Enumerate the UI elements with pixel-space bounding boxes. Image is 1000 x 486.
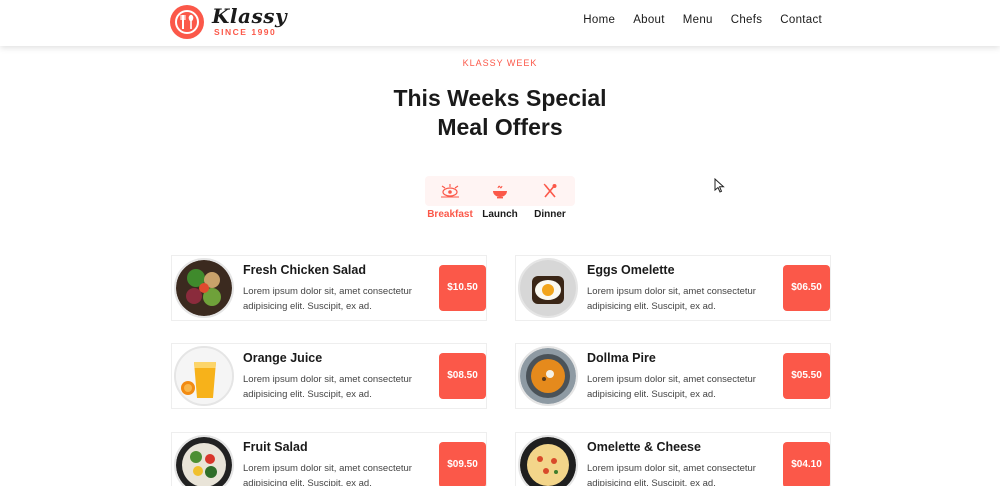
menu-card[interactable]: Omelette & Cheese Lorem ipsum dolor sit,… (515, 432, 831, 486)
price-badge: $04.10 (783, 442, 830, 486)
mouse-cursor-icon (714, 178, 725, 193)
tab-launch[interactable]: Launch (475, 176, 525, 220)
menu-card[interactable]: Fresh Chicken Salad Lorem ipsum dolor si… (171, 255, 487, 321)
section-title-line2: Meal Offers (437, 114, 563, 140)
logo-name: Klassy (212, 4, 288, 28)
lunch-bowl-icon (493, 185, 507, 199)
price-badge: $10.50 (439, 265, 486, 311)
menu-item-desc: Lorem ipsum dolor sit, amet consectetur … (243, 374, 412, 400)
food-image-chicken-salad (174, 258, 234, 318)
menu-item-desc: Lorem ipsum dolor sit, amet consectetur … (587, 463, 756, 486)
logo-badge-icon (170, 5, 204, 39)
nav-home[interactable]: Home (583, 14, 615, 26)
site-header: Klassy SINCE 1990 Home About Menu Chefs … (0, 0, 1000, 46)
meal-tabs: Breakfast Launch Dinner (425, 176, 575, 220)
menu-item-name: Orange Juice (243, 351, 323, 365)
food-image-eggs-omelette (518, 258, 578, 318)
nav-chefs[interactable]: Chefs (731, 14, 763, 26)
dinner-cutlery-icon (543, 183, 557, 198)
price-badge: $08.50 (439, 353, 486, 399)
main-nav: Home About Menu Chefs Contact (565, 14, 822, 26)
menu-item-desc: Lorem ipsum dolor sit, amet consectetur … (243, 463, 412, 486)
logo[interactable]: Klassy SINCE 1990 (170, 4, 287, 40)
menu-card[interactable]: Eggs Omelette Lorem ipsum dolor sit, ame… (515, 255, 831, 321)
price-badge: $05.50 (783, 353, 830, 399)
menu-item-desc: Lorem ipsum dolor sit, amet consectetur … (587, 374, 756, 400)
tab-breakfast[interactable]: Breakfast (425, 176, 475, 220)
nav-about[interactable]: About (633, 14, 665, 26)
food-image-dollma-pire (518, 346, 578, 406)
menu-item-desc: Lorem ipsum dolor sit, amet consectetur … (587, 286, 756, 312)
food-image-omelette-cheese (518, 435, 578, 486)
menu-item-name: Dollma Pire (587, 351, 656, 365)
section-title-line1: This Weeks Special (393, 85, 607, 111)
menu-item-name: Fruit Salad (243, 440, 308, 454)
nav-menu[interactable]: Menu (683, 14, 713, 26)
food-image-orange-juice (174, 346, 234, 406)
menu-item-name: Eggs Omelette (587, 263, 675, 277)
tab-dinner[interactable]: Dinner (525, 176, 575, 220)
tab-dinner-label: Dinner (534, 209, 566, 220)
breakfast-icon (441, 184, 459, 198)
food-image-fruit-salad (174, 435, 234, 486)
price-badge: $06.50 (783, 265, 830, 311)
price-badge: $09.50 (439, 442, 486, 486)
logo-tagline: SINCE 1990 (214, 27, 277, 37)
menu-card[interactable]: Dollma Pire Lorem ipsum dolor sit, amet … (515, 343, 831, 409)
nav-contact[interactable]: Contact (780, 14, 822, 26)
menu-card[interactable]: Orange Juice Lorem ipsum dolor sit, amet… (171, 343, 487, 409)
menu-item-name: Omelette & Cheese (587, 440, 701, 454)
menu-item-desc: Lorem ipsum dolor sit, amet consectetur … (243, 286, 412, 312)
section-eyebrow: KLASSY WEEK (462, 58, 538, 68)
menu-card[interactable]: Fruit Salad Lorem ipsum dolor sit, amet … (171, 432, 487, 486)
menu-item-name: Fresh Chicken Salad (243, 263, 366, 277)
section-title: This Weeks Special Meal Offers (0, 84, 1000, 142)
